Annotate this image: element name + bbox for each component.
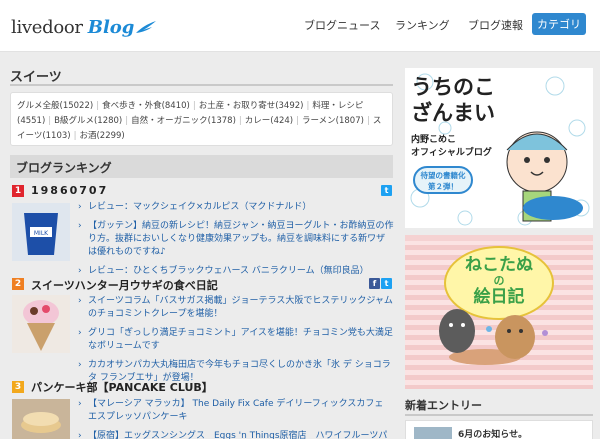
tag-b-gourmet[interactable]: B級グルメ(1280) [54, 116, 122, 126]
twitter-icon[interactable]: t [381, 185, 392, 196]
tag-separator: | [125, 116, 129, 126]
uchinoko-zanmai-banner[interactable]: うちのこ ざんまい 内野こめこ オフィシャルブログ 待望の書籍化 第２弾！ [405, 68, 593, 228]
badge-line1: 待望の書籍化 [420, 171, 466, 180]
nekotanu-diary-banner[interactable]: ねこたぬ の 絵日記 [405, 235, 593, 389]
livedoor-blog-logo[interactable]: livedoor Blog [11, 14, 157, 38]
tag-separator: | [73, 131, 77, 141]
rank-2-entry-list: スイーツコラム「バスサガス掲載」ジョーテラス大阪でヒステリックジャムのチョコミン… [78, 295, 394, 388]
rank-3-blog-name[interactable]: パンケーキ部【PANCAKE CLUB】 [31, 379, 213, 395]
tag-separator: | [192, 101, 196, 111]
rank-2-badge: 2 [12, 278, 24, 290]
tag-separator: | [48, 116, 52, 126]
banner1-subtitle: オフィシャルブログ [411, 148, 492, 158]
tag-separator: | [306, 101, 310, 111]
logo-blog-text: Blog [87, 17, 135, 38]
rank-2-thumbnail[interactable] [12, 295, 70, 353]
banner2-title-line3: 絵日記 [473, 287, 525, 307]
rank-2-blog-name[interactable]: スイーツハンター月ウサギの食べ日記 [31, 277, 218, 293]
nav-blog-flash[interactable]: ブログ速報 [468, 17, 523, 33]
tag-organic[interactable]: 自然・オーガニック(1378) [131, 116, 236, 126]
logo-livedoor-text: livedoor [11, 17, 83, 38]
tag-separator: | [96, 101, 100, 111]
banner1-title-line2: ざんまい [411, 101, 495, 125]
badge-line2: 第２弾！ [428, 182, 458, 191]
tag-separator: | [366, 116, 370, 126]
blog-ranking-header: ブログランキング [10, 155, 393, 178]
site-header: livedoor Blog ブログニュース ランキング ブログ速報 カテゴリ [0, 0, 600, 52]
new-entries-title: 新着エントリー [405, 399, 482, 412]
rank-1-thumbnail[interactable]: MILK [12, 203, 70, 261]
new-entry-item[interactable]: 6月のお知らせ。 [405, 420, 593, 439]
entry-link[interactable]: 【マレーシア マラッカ】 The Daily Fix Cafe デイリーフィック… [78, 398, 394, 424]
nav-blog-news[interactable]: ブログニュース [304, 17, 380, 33]
sweets-section-title: スイーツ [10, 70, 62, 85]
tag-ramen[interactable]: ラーメン(1807) [302, 116, 364, 126]
entry-link[interactable]: スイーツコラム「バスサガス掲載」ジョーテラス大阪でヒステリックジャムのチョコミン… [78, 295, 394, 321]
entry-link[interactable]: グリコ「ぎっしり満足チョコミント」アイスを堪能！チョコミン党も大満足なボリューム… [78, 327, 394, 353]
tag-alcohol[interactable]: お酒(2299) [79, 131, 124, 141]
wing-icon [136, 21, 157, 33]
tag-gourmet[interactable]: グルメ全般(15022) [17, 101, 93, 111]
twitter-icon[interactable]: t [381, 278, 392, 289]
banner1-badge: 待望の書籍化 第２弾！ [413, 166, 473, 194]
rank-3-thumbnail[interactable] [12, 399, 70, 439]
facebook-icon[interactable]: f [369, 278, 380, 289]
entry-link[interactable]: レビュー：マックシェイク×カルピス（マクドナルド） [78, 201, 394, 214]
tag-souvenir[interactable]: お土産・お取り寄せ(3492) [199, 101, 304, 111]
entry-link[interactable]: 【原宿】エッグスンシングス Eggs 'n Things原宿店 ハワイフルーツパ… [78, 430, 394, 439]
banner1-title-line1: うちのこ [411, 75, 495, 99]
tag-eating-out[interactable]: 食べ歩き・外食(8410) [102, 101, 190, 111]
tag-separator: | [238, 116, 242, 126]
category-button[interactable]: カテゴリ [532, 13, 586, 35]
new-entry-thumbnail [414, 427, 452, 439]
rank-3-entry-list: 【マレーシア マラッカ】 The Daily Fix Cafe デイリーフィック… [78, 398, 394, 439]
sweets-divider [10, 84, 393, 86]
banner1-author: 内野こめこ [411, 135, 457, 145]
rank-1-blog-name[interactable]: 19860707 [31, 184, 108, 197]
tag-curry[interactable]: カレー(424) [245, 116, 293, 126]
banner2-title-line1: ねこたぬ [465, 255, 533, 275]
new-entries-divider [405, 414, 593, 416]
genre-tag-box: グルメ全般(15022) | 食べ歩き・外食(8410) | お土産・お取り寄せ(349… [10, 92, 393, 146]
banner2-title-line2: の [493, 274, 505, 287]
nav-ranking[interactable]: ランキング [395, 17, 450, 33]
tag-separator: | [296, 116, 299, 126]
rank-3-badge: 3 [12, 381, 24, 393]
rank-1-badge: 1 [12, 185, 24, 197]
rank-1-entry-list: レビュー：マックシェイク×カルピス（マクドナルド） 【ガッテン】納豆の新レシピ！… [78, 201, 394, 281]
svg-text:MILK: MILK [34, 230, 49, 237]
entry-link[interactable]: 【ガッテン】納豆の新レシピ！納豆ジャン・納豆ヨーグルト・お酢納豆の作り方。抜群に… [78, 220, 394, 259]
new-entry-title: 6月のお知らせ。 [458, 430, 528, 439]
